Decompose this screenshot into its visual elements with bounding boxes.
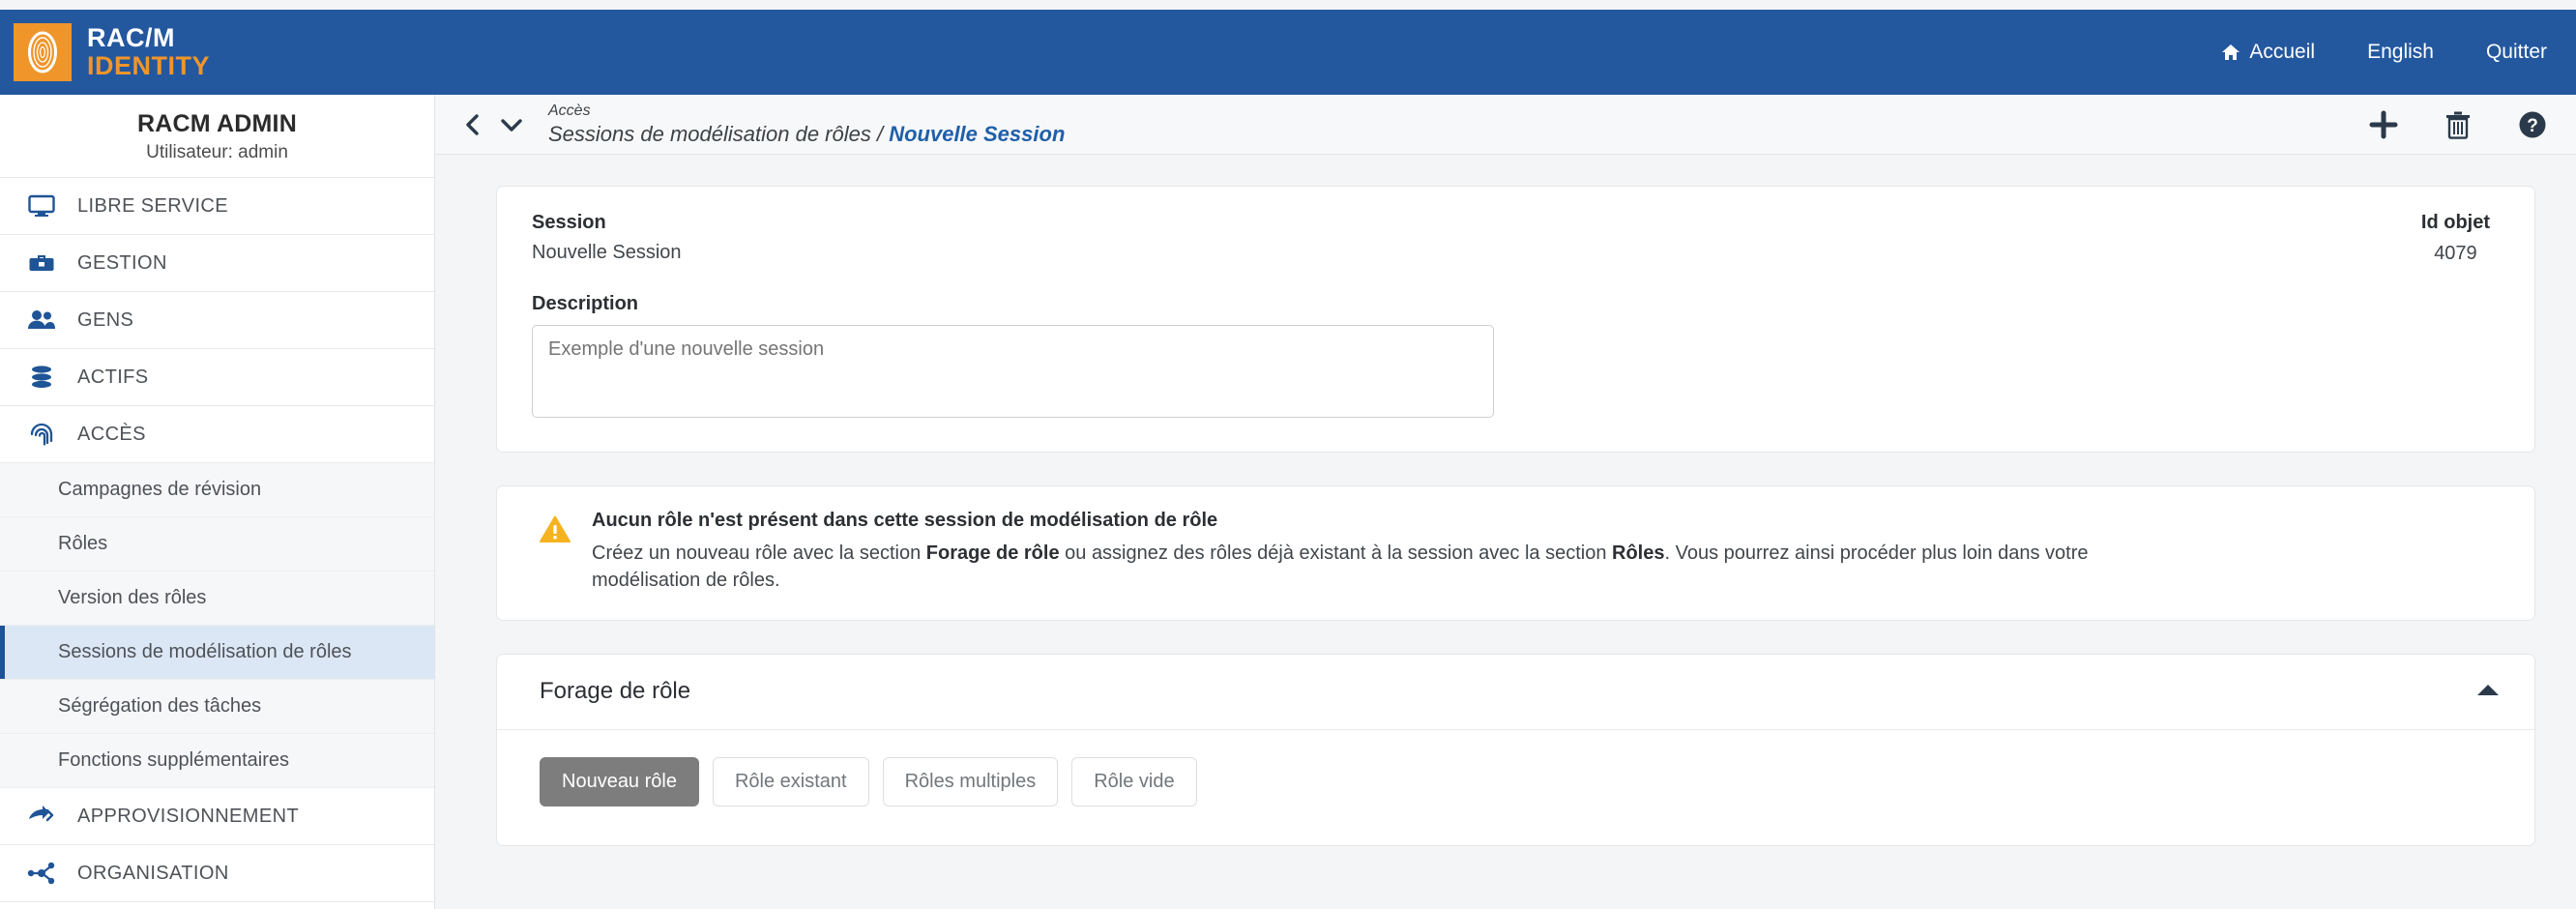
sidebar-item-fonctions-supplementaires[interactable]: Fonctions supplémentaires: [0, 734, 434, 788]
sidebar-item-organisation[interactable]: ORGANISATION: [0, 845, 434, 902]
sidebar-item-segregation-des-taches[interactable]: Ségrégation des tâches: [0, 680, 434, 734]
help-circle-icon[interactable]: ?: [2518, 110, 2547, 139]
sidebar-item-label: ACCÈS: [77, 423, 146, 445]
arrows-right-icon: [27, 802, 56, 831]
breadcrumb-current: Nouvelle Session: [889, 122, 1066, 147]
window-top-strip: [0, 0, 2576, 10]
toolbox-icon: [27, 249, 56, 278]
warning-card: Aucun rôle n'est présent dans cette sess…: [496, 485, 2535, 621]
role-mining-tabs: Nouveau rôle Rôle existant Rôles multipl…: [497, 730, 2534, 845]
breadcrumb-nav-arrows: [464, 113, 523, 136]
brand-line-1: RAC/M: [87, 23, 175, 52]
warning-text-part1: Créez un nouveau rôle avec la section: [592, 542, 926, 564]
tab-role-existant[interactable]: Rôle existant: [712, 756, 869, 806]
session-label: Session: [532, 212, 606, 233]
warning-text: Créez un nouveau rôle avec la section Fo…: [592, 540, 2139, 595]
chevron-left-icon[interactable]: [464, 113, 481, 136]
sidebar-item-label: ORGANISATION: [77, 862, 229, 884]
sidebar-item-libre-service[interactable]: LIBRE SERVICE: [0, 178, 434, 235]
sidebar-subitem-label: Version des rôles: [58, 587, 207, 608]
monitor-icon: [27, 191, 56, 220]
description-label: Description: [532, 293, 639, 314]
sidebar-item-rapports[interactable]: RAPPORTS: [0, 902, 434, 909]
database-icon: [27, 363, 56, 392]
warning-body: Aucun rôle n'est présent dans cette sess…: [592, 510, 2500, 595]
sidebar-item-version-des-roles[interactable]: Version des rôles: [0, 572, 434, 626]
sidebar-item-campagnes-de-revision[interactable]: Campagnes de révision: [0, 463, 434, 517]
warning-text-bold2: Rôles: [1612, 542, 1665, 564]
trash-icon[interactable]: [2444, 110, 2472, 139]
people-icon: [27, 306, 56, 335]
sidebar-item-label: GENS: [77, 308, 134, 331]
description-input[interactable]: [532, 325, 1494, 418]
role-mining-card: Forage de rôle Nouveau rôle Rôle existan…: [496, 653, 2535, 846]
nav-quitter[interactable]: Quitter: [2486, 41, 2547, 64]
sidebar-item-label: ACTIFS: [77, 366, 149, 388]
sidebar-item-gestion[interactable]: GESTION: [0, 235, 434, 292]
sidebar-subitem-label: Sessions de modélisation de rôles: [58, 641, 352, 662]
tab-role-vide[interactable]: Rôle vide: [1071, 756, 1197, 806]
session-value: Nouvelle Session: [532, 242, 682, 263]
breadcrumb-path-label[interactable]: Sessions de modélisation de rôles /: [548, 122, 889, 146]
org-chart-icon: [27, 859, 56, 888]
role-mining-title: Forage de rôle: [540, 678, 691, 705]
sidebar-item-label: LIBRE SERVICE: [77, 194, 229, 217]
tab-nouveau-role[interactable]: Nouveau rôle: [540, 756, 699, 806]
app-header: RAC/M IDENTITY Accueil English Quitter: [0, 10, 2576, 95]
session-fields: Session Nouvelle Session Description: [532, 212, 2421, 423]
sidebar-item-gens[interactable]: GENS: [0, 292, 434, 349]
svg-text:?: ?: [2527, 116, 2538, 136]
breadcrumb-actions: ?: [2369, 110, 2547, 139]
nav-quitter-label: Quitter: [2485, 41, 2547, 63]
header-nav: Accueil English Quitter: [2221, 41, 2576, 64]
warning-title: Aucun rôle n'est présent dans cette sess…: [592, 510, 1218, 531]
tab-roles-multiples[interactable]: Rôles multiples: [882, 756, 1059, 806]
sidebar-subitem-label: Fonctions supplémentaires: [58, 749, 290, 771]
sidebar-item-actifs[interactable]: ACTIFS: [0, 349, 434, 406]
object-id-block: Id objet 4079: [2421, 212, 2500, 423]
sidebar-subitem-label: Ségrégation des tâches: [58, 695, 262, 717]
breadcrumb-bar: Accès Sessions de modélisation de rôles …: [435, 95, 2576, 155]
warning-text-bold1: Forage de rôle: [925, 542, 1060, 564]
sidebar: RACM ADMIN Utilisateur: admin LIBRE SERV…: [0, 95, 435, 909]
sidebar-item-roles[interactable]: Rôles: [0, 517, 434, 572]
warning-triangle-icon: [540, 510, 572, 595]
caret-up-icon[interactable]: [2476, 683, 2500, 701]
page-content: Session Nouvelle Session Description Id …: [435, 155, 2576, 846]
fingerprint-icon: [14, 23, 72, 81]
sidebar-user-box: RACM ADMIN Utilisateur: admin: [0, 95, 434, 178]
object-id-label: Id objet: [2420, 212, 2490, 233]
sidebar-item-sessions-de-modelisation-de-roles[interactable]: Sessions de modélisation de rôles: [0, 626, 434, 680]
object-id-value: 4079: [2434, 243, 2477, 264]
nav-accueil[interactable]: Accueil: [2221, 41, 2315, 64]
role-mining-header: Forage de rôle: [497, 655, 2534, 730]
sidebar-subitem-label: Rôles: [58, 533, 108, 554]
plus-icon[interactable]: [2369, 110, 2398, 139]
user-name: RACM ADMIN: [137, 110, 297, 137]
brand-logo[interactable]: RAC/M IDENTITY: [0, 23, 210, 81]
sidebar-item-acces[interactable]: ACCÈS: [0, 406, 434, 463]
breadcrumb-parent[interactable]: Accès: [548, 103, 1065, 120]
chevron-down-icon[interactable]: [500, 116, 523, 133]
main-content: Accès Sessions de modélisation de rôles …: [435, 95, 2576, 909]
breadcrumb-path: Sessions de modélisation de rôles / Nouv…: [548, 122, 1065, 146]
nav-english-label: English: [2367, 41, 2434, 63]
sidebar-subitem-label: Campagnes de révision: [58, 479, 262, 500]
sidebar-item-approvisionnement[interactable]: APPROVISIONNEMENT: [0, 788, 434, 845]
brand-line-2: IDENTITY: [87, 51, 211, 80]
session-card: Session Nouvelle Session Description Id …: [496, 186, 2535, 453]
fingerprint-icon: [27, 420, 56, 449]
nav-accueil-label: Accueil: [2249, 41, 2316, 63]
sidebar-item-label: APPROVISIONNEMENT: [77, 805, 300, 827]
home-icon: [2221, 44, 2240, 61]
sidebar-item-label: GESTION: [77, 251, 167, 274]
nav-english[interactable]: English: [2367, 41, 2434, 64]
breadcrumb: Accès Sessions de modélisation de rôles …: [548, 103, 1065, 147]
warning-text-part2: ou assignez des rôles déjà existant à la…: [1059, 542, 1613, 564]
user-subtitle: Utilisateur: admin: [146, 142, 288, 162]
